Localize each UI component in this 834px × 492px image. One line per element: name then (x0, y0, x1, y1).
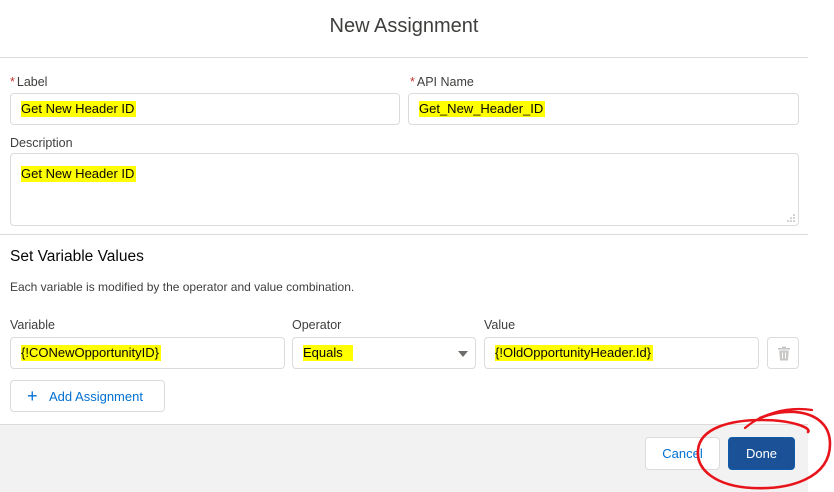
section-divider (0, 234, 808, 235)
done-button[interactable]: Done (728, 437, 795, 470)
add-assignment-button[interactable]: + Add Assignment (10, 380, 165, 412)
api-name-input[interactable]: Get_New_Header_ID (408, 93, 799, 125)
description-textarea[interactable]: Get New Header ID (10, 153, 799, 226)
operator-label: Operator (292, 318, 342, 332)
section-description: Each variable is modified by the operato… (10, 280, 355, 294)
modal-header: New Assignment (0, 0, 808, 58)
variable-input[interactable]: {!CONewOpportunityID} (10, 337, 285, 369)
section-title: Set Variable Values (10, 248, 144, 265)
operator-select[interactable]: Equals (292, 337, 476, 369)
delete-assignment-button[interactable] (767, 337, 799, 369)
api-name-input-value: Get_New_Header_ID (419, 101, 546, 117)
plus-icon: + (27, 386, 38, 406)
label-field-label: * Label (10, 75, 48, 89)
resize-grip-icon[interactable] (787, 214, 795, 222)
api-name-field-label: * API Name (410, 75, 474, 89)
cancel-button[interactable]: Cancel (645, 437, 720, 470)
description-textarea-value: Get New Header ID (21, 166, 137, 182)
value-input[interactable]: {!OldOpportunityHeader.Id} (484, 337, 759, 369)
label-input[interactable]: Get New Header ID (10, 93, 400, 125)
description-field-label: Description (10, 136, 73, 150)
trash-icon (778, 346, 790, 361)
add-assignment-label: Add Assignment (49, 389, 143, 404)
new-assignment-modal: New Assignment * Label Get New Header ID … (0, 0, 808, 492)
required-marker: * (10, 75, 15, 89)
operator-select-value: Equals (303, 345, 353, 361)
modal-title: New Assignment (329, 15, 479, 37)
value-input-value: {!OldOpportunityHeader.Id} (495, 345, 654, 361)
required-marker: * (410, 75, 415, 89)
label-input-value: Get New Header ID (21, 101, 137, 117)
value-label: Value (484, 318, 516, 332)
variable-input-value: {!CONewOpportunityID} (21, 345, 162, 361)
variable-label: Variable (10, 318, 55, 332)
chevron-down-icon (458, 351, 468, 357)
